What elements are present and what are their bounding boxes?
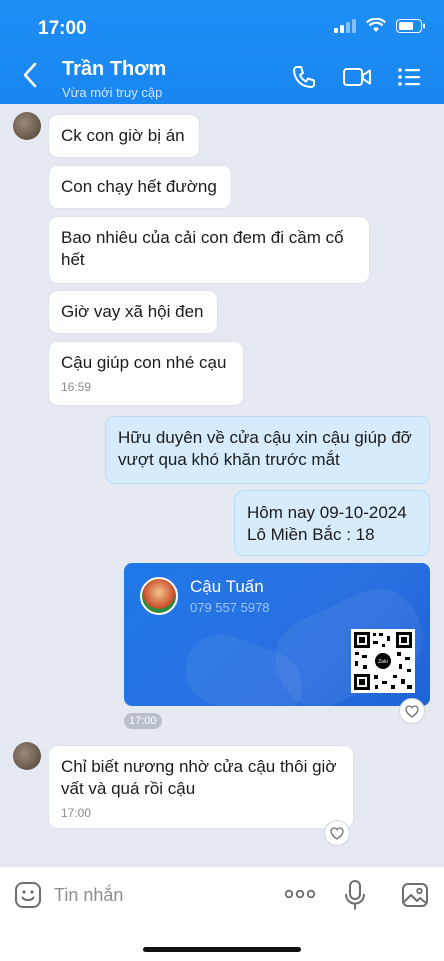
contact-name[interactable]: Trần Thơm — [62, 58, 166, 81]
contact-card-avatar — [140, 577, 178, 615]
react-heart-icon[interactable] — [399, 698, 425, 724]
microphone-icon[interactable] — [344, 879, 366, 911]
status-icons — [334, 18, 426, 33]
message-text: Chỉ biết nương nhờ cửa cậu thôi giờ vất … — [61, 757, 337, 798]
contact-card-name: Cậu Tuấn — [190, 577, 264, 596]
sender-avatar[interactable] — [13, 742, 41, 770]
react-heart-icon[interactable] — [324, 820, 350, 846]
image-gallery-icon[interactable] — [401, 881, 429, 909]
sticker-emoji-icon[interactable] — [14, 881, 42, 909]
message-text: Ck con giờ bị án — [61, 126, 185, 145]
more-options-icon[interactable] — [284, 887, 316, 901]
message-bubble[interactable]: Bao nhiêu của cải con đem đi cầm cố hết — [48, 216, 370, 284]
message-text: Cậu giúp con nhé cạu — [61, 353, 227, 372]
status-time: 17:00 — [38, 18, 87, 39]
message-text: Con chạy hết đường — [61, 177, 217, 196]
last-seen-status: Vừa mới truy cập — [62, 85, 163, 100]
message-time: 17:00 — [61, 806, 92, 820]
battery-icon — [396, 18, 425, 33]
phone-call-icon[interactable] — [291, 64, 317, 90]
contact-card[interactable]: Cậu Tuấn 079 557 5978 Zalo — [124, 563, 430, 706]
contact-card-phone: 079 557 5978 — [190, 600, 270, 615]
message-bubble-outgoing[interactable]: Hôm nay 09-10-2024 Lô Miền Bắc : 18 — [234, 490, 430, 556]
message-bubble[interactable]: Ck con giờ bị án — [48, 114, 200, 158]
message-bubble[interactable]: Chỉ biết nương nhờ cửa cậu thôi giờ vất … — [48, 745, 354, 829]
message-text: Giờ vay xã hội đen — [61, 302, 204, 321]
message-bubble[interactable]: Cậu giúp con nhé cạu 16:59 — [48, 341, 244, 406]
video-call-icon[interactable] — [342, 64, 372, 90]
message-time-chip: 17:00 — [124, 713, 162, 729]
message-time: 16:59 — [61, 380, 92, 394]
chat-header: 17:00 Trần Thơm Vừa mới truy cập — [0, 0, 444, 104]
home-indicator — [143, 947, 301, 952]
message-bubble-outgoing[interactable]: Hữu duyên về cửa cậu xin cậu giúp đỡ vượ… — [105, 416, 430, 484]
back-chevron-icon[interactable] — [22, 62, 38, 88]
message-input[interactable]: Tin nhắn — [54, 885, 123, 906]
sender-avatar[interactable] — [13, 112, 41, 140]
message-text-line: Hôm nay 09-10-2024 — [247, 503, 407, 522]
message-text-line: Lô Miền Bắc : 18 — [247, 525, 375, 544]
message-text: Bao nhiêu của cải con đem đi cầm cố hết — [61, 228, 344, 269]
qr-logo-text: Zalo — [378, 659, 388, 665]
message-bubble[interactable]: Giờ vay xã hội đen — [48, 290, 218, 334]
signal-icon — [334, 18, 356, 33]
menu-list-icon[interactable] — [396, 64, 422, 90]
wifi-icon — [366, 18, 386, 32]
message-text: Hữu duyên về cửa cậu xin cậu giúp đỡ vượ… — [118, 428, 412, 469]
qr-code-icon: Zalo — [351, 629, 415, 693]
message-composer: Tin nhắn — [0, 866, 444, 961]
message-bubble[interactable]: Con chạy hết đường — [48, 165, 232, 209]
